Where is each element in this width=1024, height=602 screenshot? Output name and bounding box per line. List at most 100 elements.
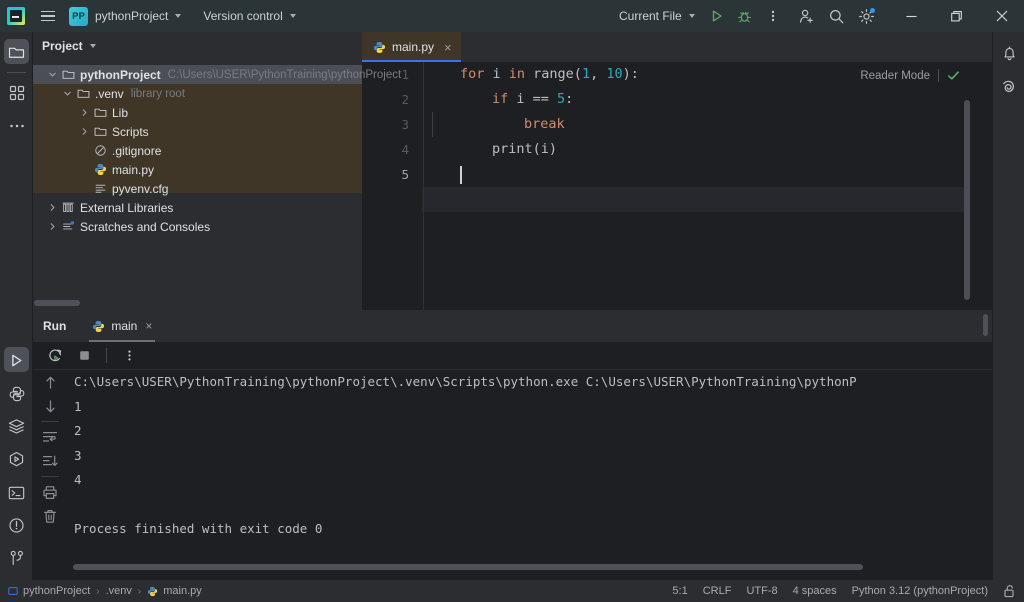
clear-all-button[interactable] <box>33 504 67 528</box>
indent-setting[interactable]: 4 spaces <box>793 585 837 597</box>
tree-item--gitignore[interactable]: .gitignore <box>33 141 362 160</box>
toolbar-divider <box>106 348 107 363</box>
sidebar-item-project[interactable] <box>0 36 33 69</box>
chevron-down-icon[interactable] <box>61 89 74 98</box>
main-menu-button[interactable] <box>35 3 61 29</box>
soft-wrap-button[interactable] <box>33 425 67 449</box>
tree-item-scratches-and-consoles[interactable]: Scratches and Consoles <box>33 217 362 236</box>
folder-icon <box>94 125 108 139</box>
breadcrumb-item[interactable]: .venv <box>106 585 132 597</box>
ai-assistant-button[interactable] <box>993 70 1024 103</box>
run-button[interactable] <box>704 3 730 29</box>
breadcrumb-separator: › <box>96 586 99 597</box>
unlocked-icon[interactable] <box>1003 584 1016 598</box>
folder-icon <box>94 106 108 120</box>
run-tab-close-icon[interactable]: × <box>145 319 152 333</box>
close-button[interactable] <box>979 0 1024 32</box>
printer-icon <box>42 485 58 500</box>
caret-position[interactable]: 5:1 <box>672 585 687 597</box>
breadcrumb-item[interactable]: pythonProject <box>8 585 90 597</box>
search-everywhere-button[interactable] <box>823 3 849 29</box>
sidebar-item-more-windows[interactable] <box>0 109 33 142</box>
project-tool-window: Project pythonProjectC:\Users\USER\Pytho… <box>33 32 362 310</box>
line-separator[interactable]: CRLF <box>703 585 732 597</box>
file-encoding[interactable]: UTF-8 <box>746 585 777 597</box>
sidebar-item-git[interactable] <box>0 542 33 575</box>
tree-item-external-libraries[interactable]: External Libraries <box>33 198 362 217</box>
minimize-icon <box>906 11 917 22</box>
tree-item-pyvenv-cfg[interactable]: pyvenv.cfg <box>33 179 362 198</box>
next-occurrence-button[interactable] <box>33 394 67 418</box>
debug-icon <box>737 9 752 24</box>
sidebar-item-database[interactable] <box>0 410 33 443</box>
maximize-button[interactable] <box>934 0 979 32</box>
notifications-button[interactable] <box>993 37 1024 70</box>
project-panel-title: Project <box>42 39 83 53</box>
stop-button[interactable] <box>71 343 97 369</box>
code-token: 5 <box>557 91 565 107</box>
chevron-right-icon[interactable] <box>78 108 91 117</box>
pycharm-logo-icon <box>7 7 25 25</box>
chevron-right-icon[interactable] <box>46 222 59 231</box>
chevron-down-icon[interactable] <box>46 70 59 79</box>
sidebar-item-problems[interactable] <box>0 509 33 542</box>
share-project-button[interactable] <box>793 3 819 29</box>
run-more-options-button[interactable] <box>116 343 142 369</box>
settings-button[interactable] <box>853 3 879 29</box>
tree-item-lib[interactable]: Lib <box>33 103 362 122</box>
pycharm-window: PP pythonProject Version control Current… <box>0 0 1024 602</box>
sidebar-item-terminal[interactable] <box>0 476 33 509</box>
left-tool-rail <box>0 32 33 580</box>
tree-item-scripts[interactable]: Scripts <box>33 122 362 141</box>
debug-button[interactable] <box>732 3 758 29</box>
project-panel-header[interactable]: Project <box>33 32 362 60</box>
tree-item-hint: library root <box>131 88 185 100</box>
print-button[interactable] <box>33 480 67 504</box>
run-tab-main[interactable]: main × <box>85 310 159 342</box>
code-token: ): <box>623 66 639 82</box>
minimize-button[interactable] <box>889 0 934 32</box>
editor-tab-close-icon[interactable]: × <box>444 41 452 54</box>
console-hscrollbar[interactable] <box>67 562 992 572</box>
chevron-right-icon[interactable] <box>46 203 59 212</box>
tree-item-hint: C:\Users\USER\PythonTraining\pythonProje… <box>168 69 402 81</box>
code-editor[interactable]: Reader Mode 12345 for i in range(1, 10):… <box>362 62 992 310</box>
divider <box>938 69 939 82</box>
interpreter-selector[interactable]: Python 3.12 (pythonProject) <box>852 585 988 597</box>
console-output[interactable]: C:\Users\USER\PythonTraining\pythonProje… <box>67 370 992 580</box>
project-name-dropdown[interactable]: pythonProject <box>95 5 188 27</box>
breadcrumb-item[interactable]: main.py <box>147 585 202 597</box>
scrollbar-thumb[interactable] <box>73 564 863 570</box>
run-configuration-selector[interactable]: Current File <box>612 5 702 27</box>
editor-tab-main-py[interactable]: main.py × <box>362 32 461 62</box>
version-control-dropdown[interactable]: Version control <box>196 5 302 27</box>
tree-item--venv[interactable]: .venvlibrary root <box>33 84 362 103</box>
scrollbar-thumb[interactable] <box>34 300 80 306</box>
gitignore-icon <box>94 144 108 158</box>
tree-item-label: Scripts <box>112 125 149 139</box>
editor-tab-bar: main.py × <box>362 32 992 62</box>
more-actions-button[interactable] <box>760 3 786 29</box>
project-panel-hscrollbar[interactable] <box>33 296 362 310</box>
python-icon <box>94 163 108 177</box>
code-token: if <box>492 91 516 107</box>
tree-item-label: External Libraries <box>80 201 173 215</box>
editor-vscrollbar[interactable] <box>964 100 970 300</box>
stop-icon <box>78 349 91 362</box>
reader-mode-indicator[interactable]: Reader Mode <box>860 69 960 82</box>
rerun-button[interactable] <box>42 343 68 369</box>
sidebar-item-commit[interactable] <box>0 76 33 109</box>
previous-occurrence-button[interactable] <box>33 370 67 394</box>
sidebar-item-services[interactable] <box>0 443 33 476</box>
console-vscrollbar[interactable] <box>983 314 988 336</box>
tree-item-pythonproject[interactable]: pythonProjectC:\Users\USER\PythonTrainin… <box>33 65 362 84</box>
folder-icon <box>8 44 25 61</box>
chevron-right-icon[interactable] <box>78 127 91 136</box>
more-vertical-icon <box>123 349 136 362</box>
tree-item-label: main.py <box>112 163 154 177</box>
code-line: if i == 5: <box>424 87 992 112</box>
tree-item-main-py[interactable]: main.py <box>33 160 362 179</box>
sidebar-item-python-console[interactable] <box>0 377 33 410</box>
scroll-to-end-button[interactable] <box>33 449 67 473</box>
sidebar-item-run[interactable] <box>0 344 33 377</box>
